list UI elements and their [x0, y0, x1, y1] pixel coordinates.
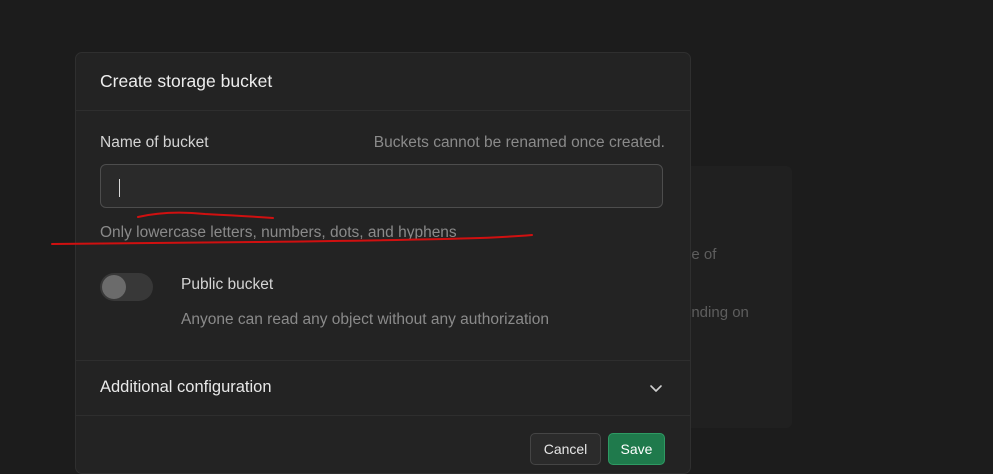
text-caret	[119, 179, 120, 197]
create-bucket-dialog: Create storage bucket Name of bucket Buc…	[75, 52, 691, 474]
accordion-label: Additional configuration	[100, 378, 272, 396]
bucket-name-label: Name of bucket	[100, 134, 209, 151]
toggle-knob	[102, 275, 126, 299]
public-bucket-label: Public bucket	[181, 276, 274, 293]
public-bucket-description: Anyone can read any object without any a…	[181, 311, 549, 328]
save-button[interactable]: Save	[608, 433, 665, 465]
bucket-name-hint: Buckets cannot be renamed once created.	[373, 134, 665, 151]
public-bucket-toggle[interactable]	[100, 273, 153, 301]
background-text: ending on	[683, 304, 749, 321]
bucket-name-help-text: Only lowercase letters, numbers, dots, a…	[100, 224, 457, 241]
bucket-name-input[interactable]	[100, 164, 663, 208]
dialog-header: Create storage bucket	[76, 53, 690, 111]
dialog-title: Create storage bucket	[100, 71, 273, 91]
chevron-down-icon	[650, 385, 662, 392]
additional-configuration-accordion[interactable]: Additional configuration	[76, 360, 690, 416]
cancel-button[interactable]: Cancel	[530, 433, 601, 465]
